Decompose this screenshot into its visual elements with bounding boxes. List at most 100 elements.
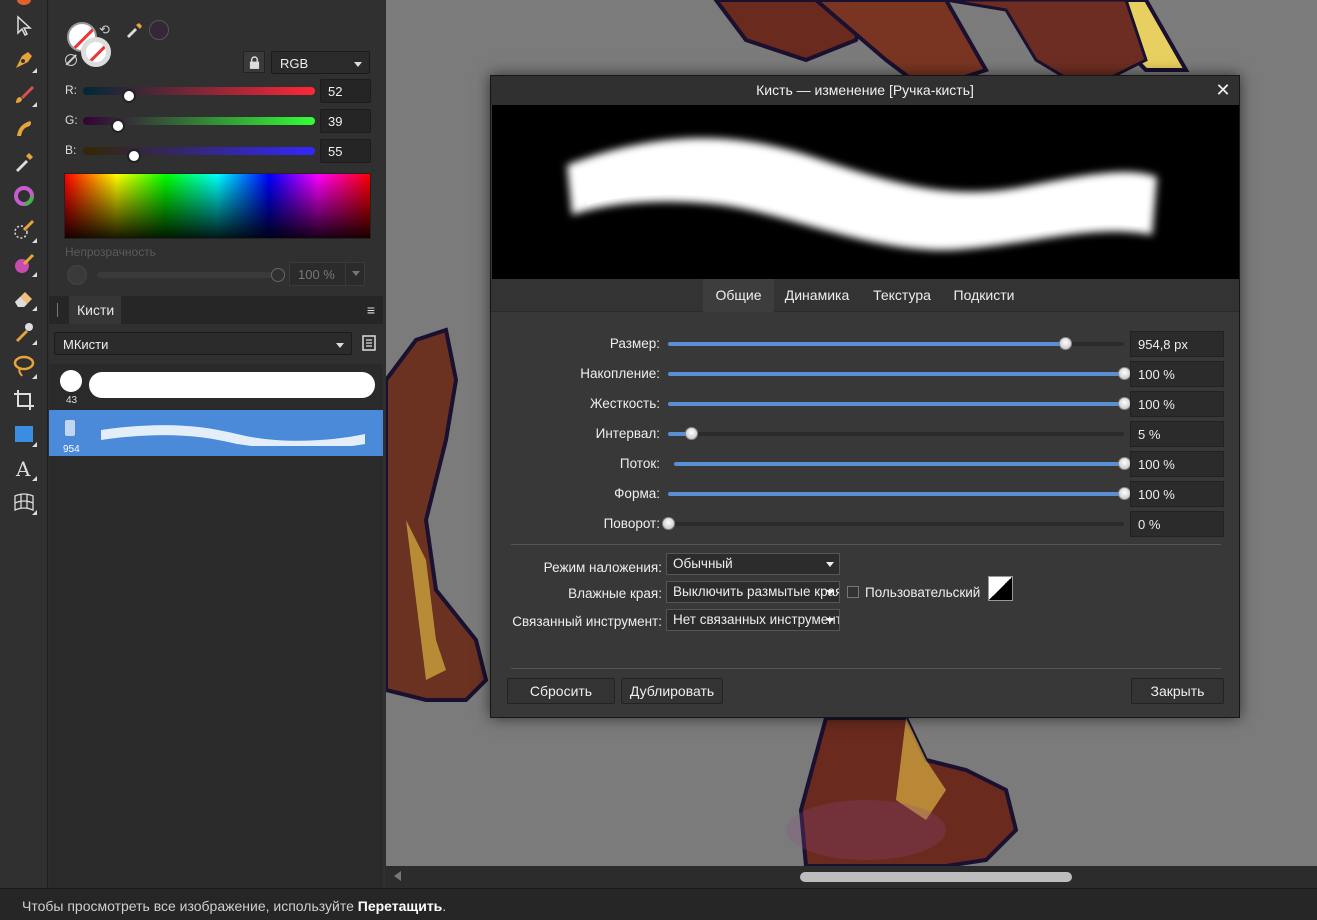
blue-value-field[interactable]: 55 bbox=[320, 139, 371, 163]
param-value-field[interactable]: 100 % bbox=[1130, 451, 1224, 477]
param-value-field[interactable]: 100 % bbox=[1130, 361, 1224, 387]
brush-list-item-selected[interactable]: 954 bbox=[49, 410, 383, 456]
horizontal-scrollbar[interactable] bbox=[386, 866, 1317, 888]
linked-tool-label: Связанный инструмент: bbox=[512, 614, 662, 629]
opacity-slider-thumb[interactable] bbox=[271, 268, 285, 282]
red-slider-thumb[interactable] bbox=[122, 89, 137, 103]
red-slider[interactable] bbox=[83, 87, 315, 103]
param-slider-fill bbox=[668, 372, 1124, 376]
no-color-icon[interactable] bbox=[65, 54, 77, 66]
status-bold-action: Перетащить bbox=[357, 898, 443, 914]
scroll-left-arrow[interactable] bbox=[394, 871, 401, 881]
blend-mode-label: Режим наложения: bbox=[543, 560, 662, 575]
blue-label: B: bbox=[65, 143, 77, 157]
fill-tool-icon[interactable] bbox=[8, 180, 40, 212]
green-slider-thumb[interactable] bbox=[110, 119, 125, 133]
brush-stroke-preview bbox=[101, 425, 365, 446]
param-slider-thumb[interactable] bbox=[662, 517, 675, 530]
opacity-swatch bbox=[67, 265, 87, 285]
color-replace-tool-icon[interactable] bbox=[8, 248, 40, 280]
dialog-tabbar: Общие Динамика Текстура Подкисти bbox=[491, 279, 1239, 312]
selection-brush-tool-icon[interactable] bbox=[8, 214, 40, 246]
blend-mode-dropdown[interactable]: Обычный bbox=[666, 553, 840, 575]
param-slider-thumb[interactable] bbox=[1058, 337, 1072, 350]
opacity-label: Непрозрачность bbox=[65, 245, 156, 259]
param-slider[interactable] bbox=[668, 427, 1124, 440]
smudge-tool-icon[interactable] bbox=[8, 112, 40, 144]
panel-menu-icon[interactable]: ≡ bbox=[367, 302, 375, 318]
pen-tool-icon[interactable] bbox=[8, 44, 40, 76]
param-value-field[interactable]: 954,8 px bbox=[1130, 331, 1224, 357]
mesh-warp-tool-icon[interactable] bbox=[8, 486, 40, 518]
tab-general[interactable]: Общие bbox=[703, 279, 774, 312]
param-slider[interactable] bbox=[668, 487, 1131, 500]
param-value-field[interactable]: 100 % bbox=[1130, 391, 1224, 417]
rectangle-tool-icon[interactable] bbox=[8, 418, 40, 450]
duplicate-button[interactable]: Дублировать bbox=[621, 678, 723, 704]
tab-texture[interactable]: Текстура bbox=[867, 279, 937, 312]
tools-toolbar: A bbox=[0, 0, 48, 888]
dodge-tool-icon[interactable] bbox=[8, 316, 40, 348]
status-suffix: . bbox=[442, 898, 447, 914]
close-button[interactable]: Закрыть bbox=[1131, 678, 1224, 704]
param-row: Форма: 100 % bbox=[491, 481, 1239, 508]
param-slider[interactable] bbox=[662, 517, 1124, 530]
param-value-field[interactable]: 0 % bbox=[1130, 511, 1224, 537]
param-row: Поворот: 0 % bbox=[491, 511, 1239, 538]
opacity-slider[interactable] bbox=[97, 268, 285, 282]
dialog-title: Кисть — изменение [Ручка-кисть] bbox=[491, 76, 1239, 105]
param-label: Жесткость: bbox=[589, 396, 660, 411]
tab-subbrushes[interactable]: Подкисти bbox=[947, 279, 1021, 312]
blend-mode-value: Обычный bbox=[673, 556, 733, 571]
color-picker-tool-icon[interactable] bbox=[8, 146, 40, 178]
param-slider[interactable] bbox=[668, 397, 1131, 410]
brush-list-item[interactable]: 43 bbox=[49, 364, 383, 410]
param-slider[interactable] bbox=[668, 367, 1131, 380]
brush-category-dropdown[interactable]: МКисти bbox=[54, 332, 352, 355]
color-spectrum[interactable] bbox=[64, 173, 371, 239]
blue-slider-thumb[interactable] bbox=[127, 149, 142, 163]
linked-tool-dropdown[interactable]: Нет связанных инструментов bbox=[666, 609, 840, 631]
param-label: Накопление: bbox=[580, 366, 660, 381]
brush-edit-dialog: Кисть — изменение [Ручка-кисть] ✕ Общие … bbox=[490, 75, 1240, 718]
param-slider[interactable] bbox=[668, 337, 1124, 350]
swap-colors-icon[interactable]: ⟲ bbox=[99, 22, 113, 37]
brush-list-view-icon[interactable] bbox=[362, 335, 376, 351]
opacity-dropdown-arrow[interactable] bbox=[345, 262, 365, 286]
custom-checkbox[interactable] bbox=[847, 586, 859, 598]
wet-edge-curve-icon[interactable] bbox=[988, 576, 1013, 601]
toolbar-top-icon[interactable] bbox=[8, 0, 40, 8]
param-row: Интервал: 5 % bbox=[491, 421, 1239, 448]
color-mode-dropdown[interactable]: RGB bbox=[271, 51, 370, 74]
wet-edges-label: Влажные края: bbox=[568, 586, 662, 601]
paint-brush-tool-icon[interactable] bbox=[8, 78, 40, 110]
dialog-close-icon[interactable]: ✕ bbox=[1213, 80, 1233, 100]
eraser-tool-icon[interactable] bbox=[8, 282, 40, 314]
param-label: Размер: bbox=[609, 336, 660, 351]
lock-icon[interactable] bbox=[243, 51, 265, 73]
param-slider-fill bbox=[668, 402, 1124, 406]
param-slider-thumb[interactable] bbox=[684, 427, 698, 440]
red-value-field[interactable]: 52 bbox=[320, 79, 371, 103]
scroll-thumb[interactable] bbox=[800, 872, 1072, 882]
reset-button[interactable]: Сбросить bbox=[507, 678, 615, 704]
green-slider[interactable] bbox=[83, 117, 315, 133]
crop-tool-icon[interactable] bbox=[8, 384, 40, 416]
param-slider[interactable] bbox=[674, 457, 1131, 470]
text-tool-icon[interactable]: A bbox=[8, 452, 40, 484]
eyedropper-icon[interactable] bbox=[125, 20, 143, 38]
wet-edges-dropdown[interactable]: Выключить размытые края bbox=[666, 581, 840, 603]
green-value-field[interactable]: 39 bbox=[320, 109, 371, 133]
tab-brushes[interactable]: Кисти bbox=[69, 296, 121, 324]
param-value-field[interactable]: 5 % bbox=[1130, 421, 1224, 447]
picked-color-swatch[interactable] bbox=[149, 20, 169, 40]
linked-tool-value: Нет связанных инструментов bbox=[673, 612, 840, 627]
color-mode-value: RGB bbox=[280, 56, 309, 71]
blue-slider[interactable] bbox=[83, 147, 315, 163]
move-tool-icon[interactable] bbox=[8, 10, 40, 42]
lasso-tool-icon[interactable] bbox=[8, 350, 40, 382]
tab-dynamics[interactable]: Динамика bbox=[779, 279, 855, 312]
param-row: Жесткость: 100 % bbox=[491, 391, 1239, 418]
param-value-field[interactable]: 100 % bbox=[1130, 481, 1224, 507]
stroke-swatch[interactable] bbox=[81, 37, 111, 67]
